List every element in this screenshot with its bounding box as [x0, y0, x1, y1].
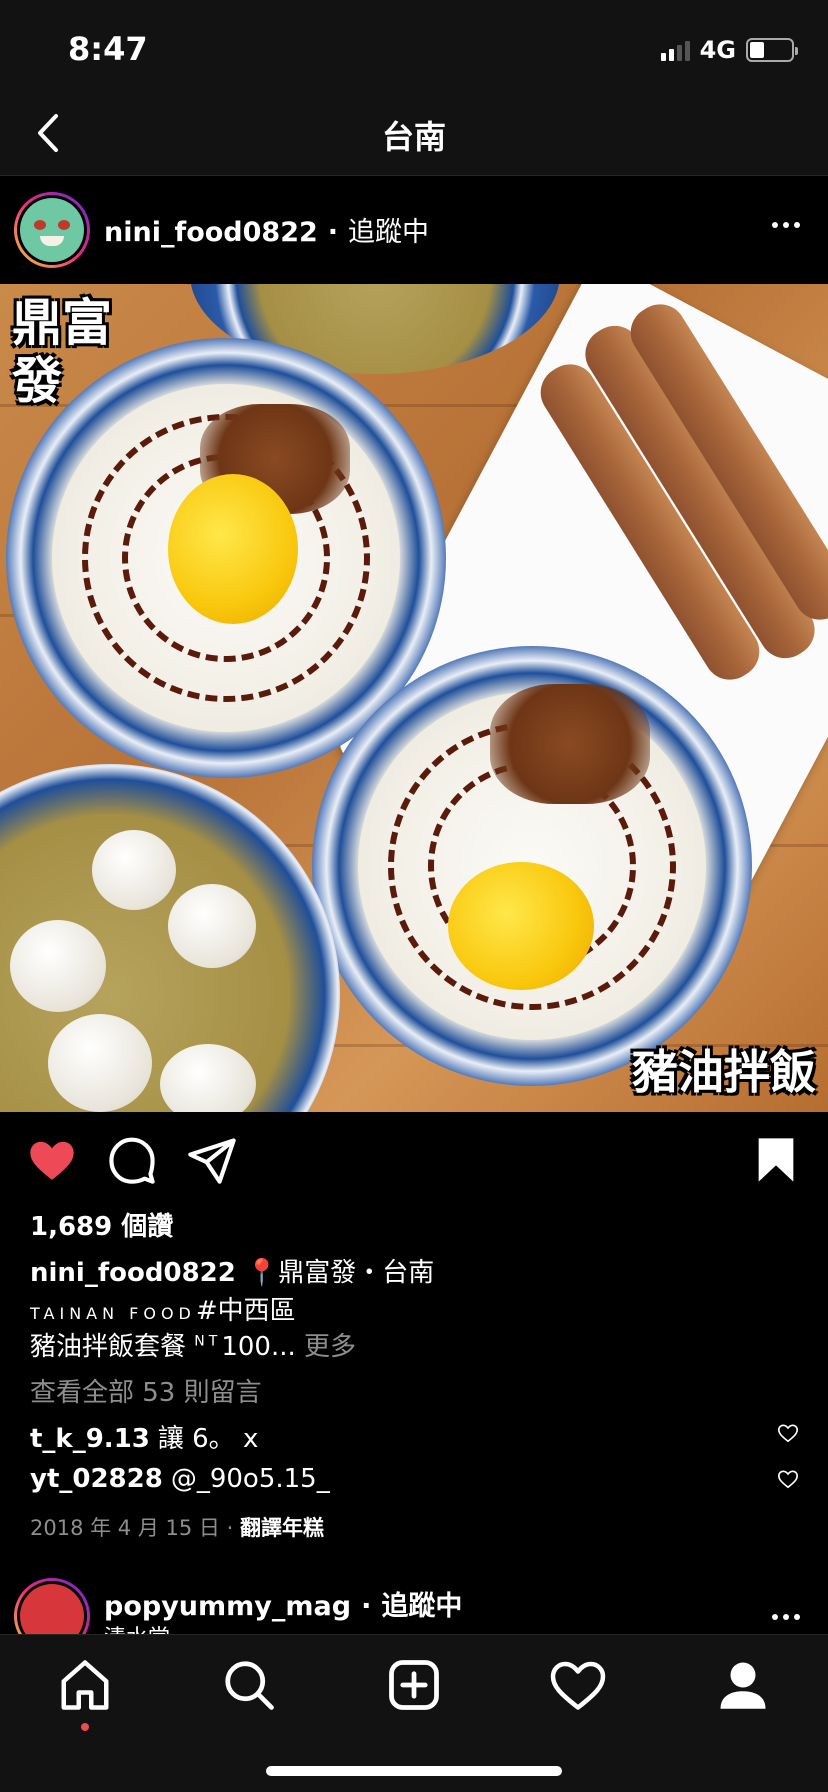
- comment-row: t_k_9.13 讓 6。 x: [30, 1418, 810, 1458]
- home-icon[interactable]: [55, 1655, 115, 1715]
- share-paper-plane-icon[interactable]: [186, 1134, 238, 1186]
- more-options-icon[interactable]: [772, 222, 800, 228]
- view-all-comments-link[interactable]: 查看全部 53 則留言: [30, 1372, 810, 1409]
- caption-username[interactable]: nini_food0822: [30, 1258, 236, 1288]
- post-author: nini_food0822 · 追蹤中: [104, 210, 429, 249]
- comment-like-heart-icon[interactable]: [776, 1422, 800, 1444]
- activity-heart-icon[interactable]: [548, 1655, 608, 1715]
- comment-username[interactable]: yt_02828: [30, 1464, 163, 1494]
- bookmark-icon[interactable]: [750, 1134, 802, 1186]
- username-link[interactable]: nini_food0822: [104, 217, 318, 248]
- post-date-row: 2018 年 4 月 15 日 · 翻譯年糕: [30, 1512, 810, 1542]
- caption-more-link[interactable]: 更多: [304, 1332, 356, 1362]
- like-heart-icon[interactable]: [26, 1134, 78, 1186]
- status-right: 4G: [660, 36, 798, 64]
- search-icon[interactable]: [219, 1655, 279, 1715]
- popyummy-avatar-image: [20, 1584, 84, 1634]
- post-location[interactable]: 清水堂: [104, 1620, 170, 1634]
- next-post-header: popyummy_mag · 追蹤中 清水堂: [0, 1574, 828, 1634]
- avatar[interactable]: [14, 1578, 90, 1634]
- date-separator: ·: [226, 1516, 234, 1540]
- profile-icon[interactable]: [713, 1655, 773, 1715]
- hashtag-link[interactable]: #中西區: [196, 1296, 296, 1326]
- post-author: popyummy_mag · 追蹤中: [104, 1584, 462, 1623]
- bottom-tab-bar: [0, 1634, 828, 1792]
- caption-small-caps: TAINAN FOOD: [30, 1304, 196, 1323]
- image-caption-shop: 鼎富發: [12, 293, 112, 410]
- separator-dot: ·: [327, 217, 339, 248]
- new-post-icon[interactable]: [384, 1655, 444, 1715]
- post-date: 2018 年 4 月 15 日: [30, 1516, 220, 1540]
- page-title: 台南: [381, 118, 446, 156]
- comment-bubble-icon[interactable]: [106, 1134, 158, 1186]
- status-bar: 8:47 4G: [0, 0, 828, 90]
- active-tab-indicator: [81, 1723, 89, 1731]
- comment-like-heart-icon[interactable]: [776, 1468, 800, 1490]
- caption-line-1: nini_food0822 📍鼎富發・台南: [30, 1252, 810, 1289]
- comment-username[interactable]: t_k_9.13: [30, 1424, 150, 1454]
- translate-link[interactable]: 翻譯年糕: [240, 1516, 324, 1540]
- comment-mention[interactable]: @_90o5.15_: [171, 1464, 330, 1494]
- follow-status-button[interactable]: 追蹤中: [348, 217, 429, 248]
- comment-row: yt_02828 @_90o5.15_: [30, 1464, 810, 1504]
- likes-count[interactable]: 1,689 個讚: [30, 1206, 810, 1243]
- post-header: nini_food0822 · 追蹤中: [0, 176, 828, 284]
- post-actions: [0, 1112, 828, 1208]
- network-type: 4G: [699, 36, 736, 64]
- post-image[interactable]: 鼎富發 豬油拌飯: [0, 284, 828, 1112]
- image-caption-dish: 豬油拌飯: [632, 1045, 816, 1099]
- caption-line-3: 豬油拌飯套餐 NT100... 更多: [30, 1326, 810, 1363]
- comment-text: 讓 6。 x: [157, 1424, 259, 1454]
- battery-icon: [746, 38, 798, 62]
- caption-line-2: TAINAN FOOD#中西區: [30, 1290, 810, 1327]
- signal-icon: [660, 39, 690, 61]
- caption-currency: NT: [194, 1333, 222, 1350]
- caption-dish: 豬油拌飯套餐: [30, 1332, 187, 1362]
- avatar[interactable]: [14, 192, 90, 268]
- home-indicator[interactable]: [266, 1766, 562, 1776]
- follow-status-button[interactable]: 追蹤中: [381, 1591, 462, 1622]
- top-nav-bar: 台南: [0, 90, 828, 176]
- status-time: 8:47: [68, 30, 148, 68]
- username-link[interactable]: popyummy_mag: [104, 1591, 351, 1622]
- caption-location: 📍鼎富發・台南: [245, 1258, 435, 1288]
- separator-dot: ·: [361, 1591, 372, 1622]
- more-options-icon[interactable]: [772, 1614, 800, 1620]
- caption-price: 100...: [221, 1332, 296, 1362]
- bulbasaur-avatar-image: [20, 198, 84, 262]
